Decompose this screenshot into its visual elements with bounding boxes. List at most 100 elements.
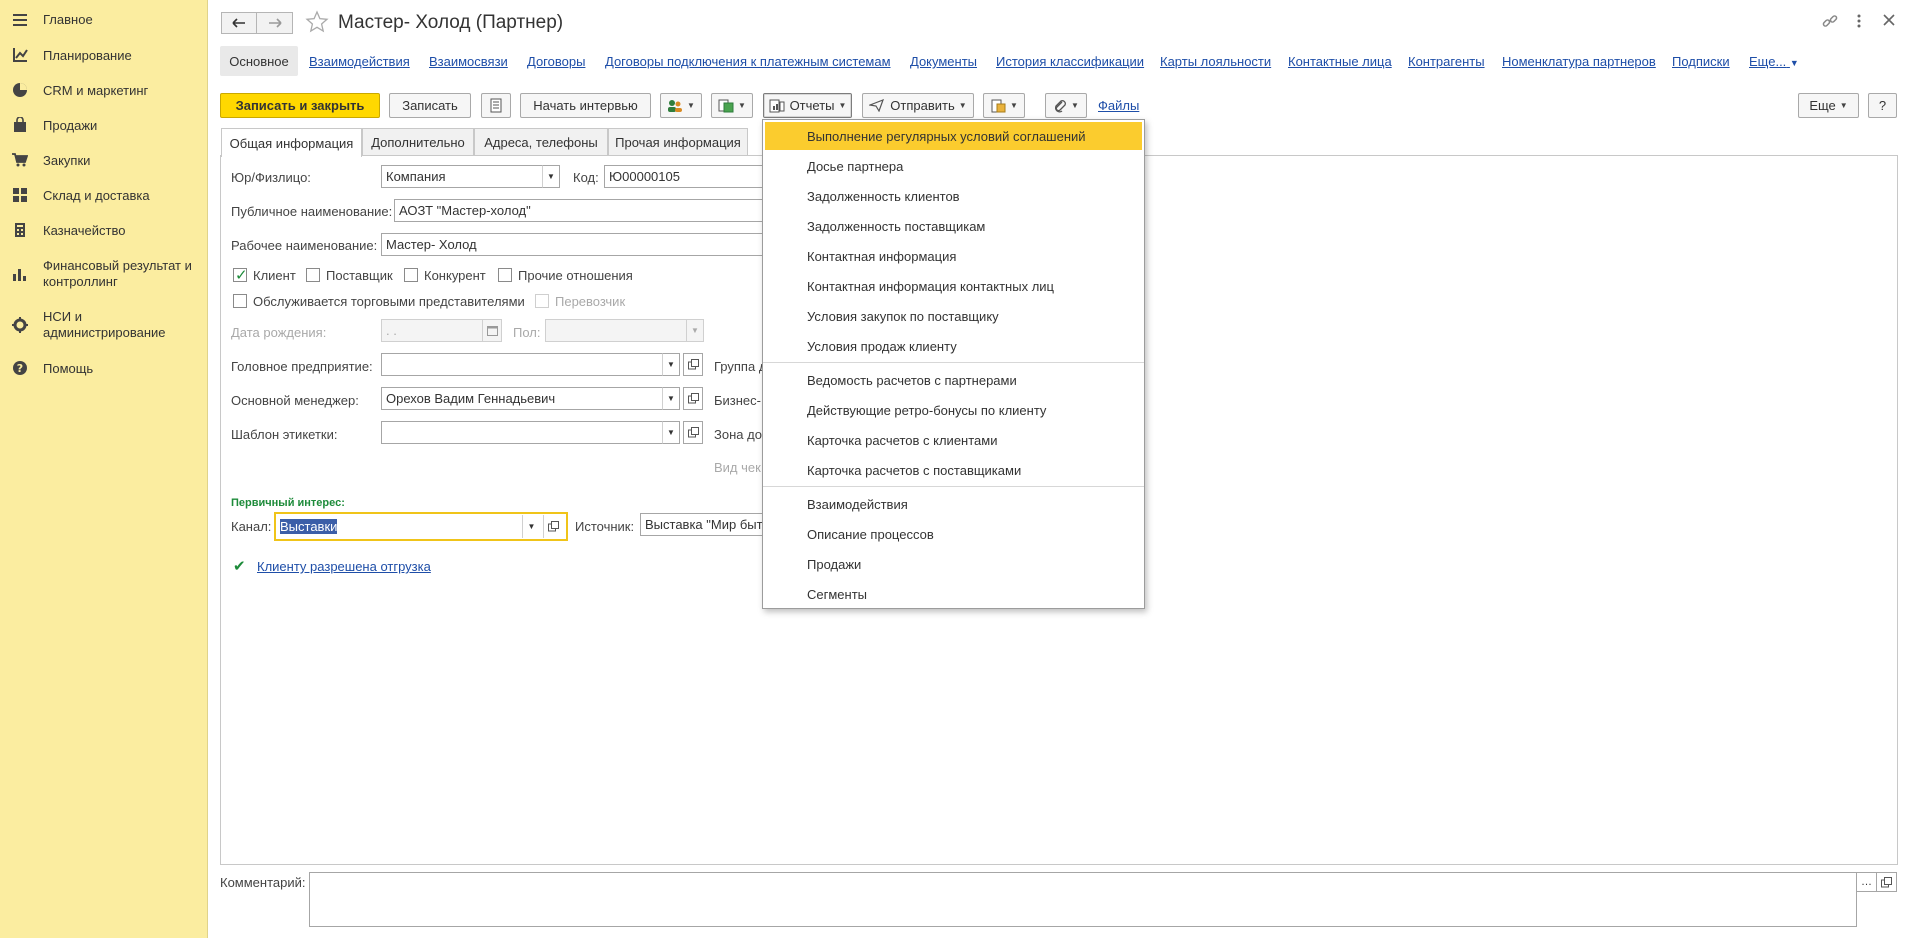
menu-item-process-description[interactable]: Описание процессов — [763, 520, 1144, 548]
menu-item-settlements-statement[interactable]: Ведомость расчетов с партнерами — [763, 366, 1144, 394]
close-icon[interactable] — [1882, 13, 1896, 27]
caret-icon: ▼ — [958, 101, 967, 110]
tab-contact-persons[interactable]: Контактные лица — [1288, 54, 1392, 69]
sidebar-item-label: Закупки — [43, 153, 91, 168]
tab-partner-nomenclature[interactable]: Номенклатура партнеров — [1502, 54, 1656, 69]
warehouse-icon — [12, 187, 28, 203]
tab-other-info[interactable]: Прочая информация — [608, 128, 748, 156]
menu-item-supplier-settlements-card[interactable]: Карточка расчетов с поставщиками — [763, 456, 1144, 484]
calendar-button — [482, 319, 502, 342]
sidebar-item-label: Помощь — [43, 361, 94, 376]
legal-type-dropdown[interactable]: ▼ — [542, 165, 560, 188]
work-name-field[interactable]: Мастер- Холод — [381, 233, 764, 256]
comment-select-button[interactable]: … — [1856, 872, 1877, 892]
tab-relations[interactable]: Взаимосвязи — [429, 54, 508, 69]
tab-additional[interactable]: Дополнительно — [362, 128, 474, 156]
tab-main[interactable]: Основное — [220, 46, 298, 76]
public-name-field[interactable]: АОЗТ "Мастер-холод" — [394, 199, 764, 222]
manager-open-button[interactable] — [683, 387, 703, 410]
menu-item-regular-conditions[interactable]: Выполнение регулярных условий соглашений — [765, 122, 1142, 150]
client-checkbox[interactable]: ✓ — [233, 267, 248, 284]
save-button[interactable]: Записать — [389, 93, 471, 118]
primary-interest-heading: Первичный интерес: — [231, 497, 345, 509]
channel-dropdown[interactable]: ▼ — [522, 515, 540, 538]
menu-item-contact-persons-info[interactable]: Контактная информация контактных лиц — [763, 272, 1144, 300]
menu-item-segments[interactable]: Сегменты — [763, 580, 1144, 608]
create-based-button[interactable]: ▼ — [660, 93, 702, 118]
menu-item-sales-conditions[interactable]: Условия продаж клиенту — [763, 332, 1144, 360]
start-interview-button[interactable]: Начать интервью — [520, 93, 651, 118]
bag-icon — [12, 117, 28, 133]
tab-documents[interactable]: Документы — [910, 54, 977, 69]
star-icon[interactable] — [305, 10, 329, 34]
legal-type-field[interactable]: Компания — [381, 165, 543, 188]
competitor-checkbox[interactable] — [404, 268, 418, 282]
label-template-dropdown[interactable]: ▼ — [662, 421, 680, 444]
checkmark-icon: ✓ — [235, 267, 248, 284]
menu-item-contact-info[interactable]: Контактная информация — [763, 242, 1144, 270]
shipment-allowed-link[interactable]: Клиенту разрешена отгрузка — [257, 559, 431, 574]
tab-counterparties[interactable]: Контрагенты — [1408, 54, 1485, 69]
menu-item-partner-dossier[interactable]: Досье партнера — [763, 152, 1144, 180]
comment-field[interactable] — [309, 872, 1857, 927]
forward-button[interactable] — [257, 12, 293, 34]
tab-loyalty-cards[interactable]: Карты лояльности — [1160, 54, 1271, 69]
svg-text:?: ? — [17, 362, 23, 375]
supplier-checkbox-label: Поставщик — [326, 268, 393, 283]
document-button[interactable] — [481, 93, 511, 118]
carrier-checkbox — [535, 294, 549, 308]
tab-interactions[interactable]: Взаимодействия — [309, 54, 410, 69]
files-link[interactable]: Файлы — [1098, 98, 1139, 113]
save-close-button[interactable]: Записать и закрыть — [220, 93, 380, 118]
business-label: Бизнес- — [714, 393, 761, 408]
menu-item-sales[interactable]: Продажи — [763, 550, 1144, 578]
menu-item-retro-bonuses[interactable]: Действующие ретро-бонусы по клиенту — [763, 396, 1144, 424]
related-docs-button[interactable]: ▼ — [711, 93, 753, 118]
trade-reps-checkbox[interactable] — [233, 294, 247, 308]
comment-open-button[interactable] — [1876, 872, 1897, 892]
label-template-open-button[interactable] — [683, 421, 703, 444]
other-relations-checkbox[interactable] — [498, 268, 512, 282]
related-docs-icon — [718, 99, 734, 113]
tab-contracts[interactable]: Договоры — [527, 54, 585, 69]
back-button[interactable] — [221, 12, 257, 34]
menu-item-client-debt[interactable]: Задолженность клиентов — [763, 182, 1144, 210]
manager-dropdown[interactable]: ▼ — [662, 387, 680, 410]
users-icon — [667, 99, 683, 113]
link-icon[interactable] — [1822, 13, 1838, 29]
paperclip-icon — [1053, 99, 1067, 113]
tab-general[interactable]: Общая информация — [221, 128, 362, 157]
menu-item-interactions[interactable]: Взаимодействия — [763, 490, 1144, 518]
tab-subscriptions[interactable]: Подписки — [1672, 54, 1730, 69]
tab-classification-history[interactable]: История классификации — [996, 54, 1144, 69]
channel-open-button[interactable] — [543, 515, 563, 538]
menu-item-client-settlements-card[interactable]: Карточка расчетов с клиентами — [763, 426, 1144, 454]
head-company-field[interactable] — [381, 353, 663, 376]
more-button[interactable]: Еще ▼ — [1798, 93, 1859, 118]
head-company-dropdown[interactable]: ▼ — [662, 353, 680, 376]
help-button[interactable]: ? — [1868, 93, 1897, 118]
tab-addresses[interactable]: Адреса, телефоны — [474, 128, 608, 156]
zone-label: Зона до — [714, 427, 762, 442]
head-company-open-button[interactable] — [683, 353, 703, 376]
menu-item-purchase-conditions[interactable]: Условия закупок по поставщику — [763, 302, 1144, 330]
more-vertical-icon[interactable] — [1856, 13, 1862, 29]
tab-payment-contracts[interactable]: Договоры подключения к платежным система… — [605, 54, 891, 69]
caret-icon: ▼ — [687, 101, 695, 110]
treasury-icon — [12, 222, 28, 238]
supplier-checkbox[interactable] — [306, 268, 320, 282]
send-button[interactable]: Отправить ▼ — [862, 93, 974, 118]
menu-item-supplier-debt[interactable]: Задолженность поставщикам — [763, 212, 1144, 240]
code-field[interactable]: Ю00000105 — [604, 165, 764, 188]
manager-field[interactable]: Орехов Вадим Геннадьевич — [381, 387, 663, 410]
caret-icon: ▼ — [738, 101, 746, 110]
tab-more[interactable]: Еще... ▼ — [1749, 54, 1799, 69]
work-name-label: Рабочее наименование: — [231, 238, 378, 253]
attach-button[interactable]: ▼ — [1045, 93, 1087, 118]
print-button[interactable]: ▼ — [983, 93, 1025, 118]
checkmark-icon: ✔ — [233, 558, 246, 575]
reports-button[interactable]: Отчеты ▼ — [763, 93, 852, 118]
source-field[interactable]: Выставка "Мир быто — [640, 513, 764, 536]
reports-icon — [769, 99, 785, 113]
label-template-field[interactable] — [381, 421, 663, 444]
